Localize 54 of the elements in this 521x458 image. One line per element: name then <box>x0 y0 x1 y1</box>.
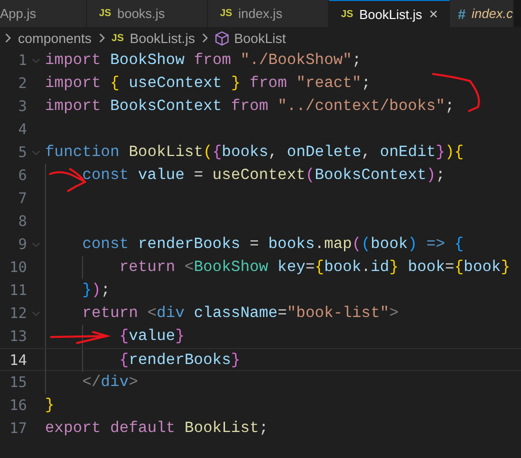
code-line: import BookShow from "./BookShow"; <box>45 50 362 71</box>
editor-tab[interactable]: JS index.js <box>208 0 329 27</box>
code-line: const renderBooks = books.map((book) => { <box>82 234 464 255</box>
line-number: 10 <box>8 260 27 276</box>
line-number: 2 <box>17 76 27 92</box>
file-type-icon: JS <box>341 8 354 20</box>
line-number: 12 <box>8 306 27 322</box>
file-type-icon: JS <box>112 32 124 44</box>
breadcrumb-item[interactable]: BookList.js <box>130 30 196 46</box>
line-number: 13 <box>8 328 27 344</box>
code-line: return <div className="book-list"> <box>82 303 399 324</box>
breadcrumb-item[interactable]: components <box>18 30 92 46</box>
code-line: import BooksContext from "../context/books"; <box>45 96 454 117</box>
editor-tab[interactable]: # index.c <box>450 0 514 27</box>
fold-icon[interactable] <box>31 148 41 156</box>
annotation-arrow-drawing <box>50 331 111 344</box>
code-line: {value} <box>119 326 185 347</box>
close-icon[interactable]: × <box>428 6 439 22</box>
line-number: 9 <box>17 236 27 252</box>
code-line: </div> <box>82 372 138 393</box>
editor-tab[interactable]: App.js <box>0 0 87 27</box>
cube-icon <box>215 30 230 46</box>
code-line: const value = useContext(BooksContext); <box>82 165 445 186</box>
line-number: 11 <box>8 282 27 298</box>
line-number: 4 <box>17 122 27 138</box>
line-number: 3 <box>17 98 27 114</box>
code-line: {renderBooks} <box>119 350 240 371</box>
code-line: import { useContext } from "react"; <box>45 73 371 94</box>
line-number: 8 <box>17 214 27 230</box>
fold-icon[interactable] <box>31 56 41 64</box>
fold-icon[interactable] <box>31 240 41 248</box>
fold-icon[interactable] <box>31 310 41 318</box>
code-line: return <BookShow key={book.id} book={book} <box>119 257 510 278</box>
line-number: 14 <box>8 352 27 368</box>
chevron-icon <box>4 32 12 44</box>
code-line: function BookList({books, onDelete, onEdit}){ <box>45 142 464 163</box>
chevron-icon <box>201 32 210 44</box>
line-number: 1 <box>17 52 27 68</box>
code-line: export default BookList; <box>45 418 268 439</box>
line-number: 15 <box>8 374 27 390</box>
code-line: } <box>45 395 54 416</box>
line-number: 5 <box>17 144 27 160</box>
breadcrumb-item[interactable]: BookList <box>234 30 286 46</box>
editor-tab[interactable]: JS books.js <box>87 0 208 27</box>
file-type-icon: JS <box>220 8 232 19</box>
chevron-icon <box>98 32 106 44</box>
line-number: 6 <box>17 168 27 184</box>
file-type-icon: # <box>458 6 466 22</box>
line-number: 17 <box>8 420 27 436</box>
file-type-icon: JS <box>99 8 112 19</box>
editor-tab[interactable]: JS BookList.js × <box>329 0 450 27</box>
code-line: }); <box>82 280 110 301</box>
line-number: 7 <box>17 190 27 206</box>
line-number: 16 <box>8 398 27 414</box>
